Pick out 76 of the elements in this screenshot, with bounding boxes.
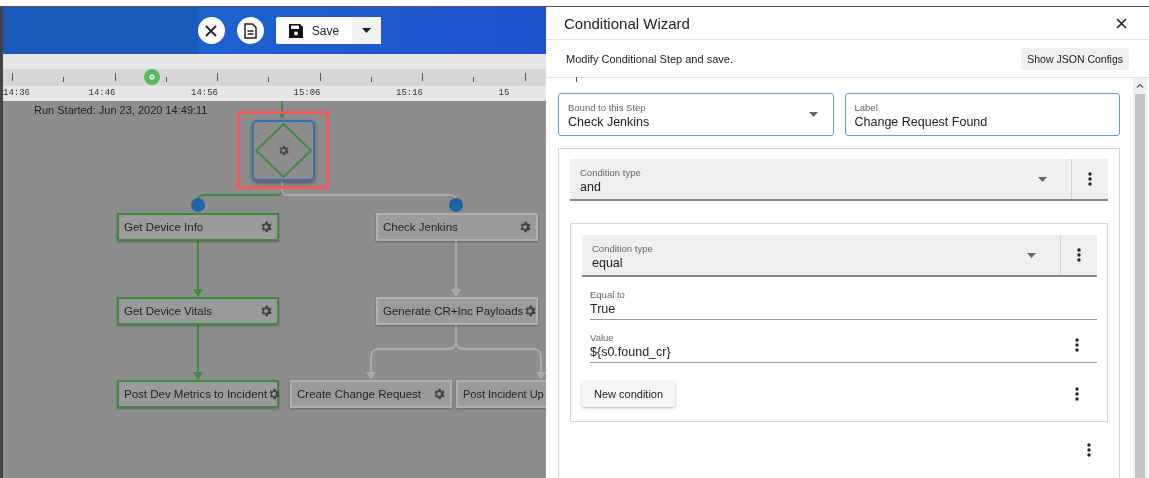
- wizard-subtitle: Modify Conditional Step and save.: [566, 52, 733, 65]
- workflow-step-node[interactable]: Create Change Request: [290, 380, 452, 408]
- connection-dot[interactable]: [191, 198, 205, 212]
- connector-line: [277, 101, 287, 119]
- field-label: Condition type: [592, 242, 654, 254]
- field-label: Equal to: [590, 289, 626, 300]
- document-button[interactable]: [236, 17, 264, 44]
- time-label: 14:46: [88, 88, 116, 98]
- condition-type-select[interactable]: Condition type equal: [582, 235, 1097, 277]
- more-options-icon[interactable]: [1087, 443, 1091, 457]
- workflow-step-node[interactable]: Check Jenkins: [376, 213, 538, 241]
- time-label: 14:36: [3, 88, 30, 98]
- dropdown-caret-icon: [808, 112, 818, 117]
- field-value: ${s0.found_cr}: [590, 345, 672, 359]
- gear-icon[interactable]: [259, 220, 273, 234]
- workflow-step-node[interactable]: Get Device Vitals: [117, 297, 279, 325]
- field-value: True: [590, 302, 617, 316]
- save-button[interactable]: Save: [275, 17, 382, 44]
- connector-line: [193, 324, 203, 380]
- step-label: Post Dev Metrics to Incident: [124, 388, 268, 400]
- field-label: Value: [590, 332, 615, 343]
- value-input-field[interactable]: Value ${s0.found_cr}: [590, 327, 1097, 363]
- workflow-step-node[interactable]: Get Device Info: [117, 213, 279, 241]
- gear-icon[interactable]: [259, 304, 273, 318]
- connector-line: [451, 240, 461, 297]
- equal-to-input-field[interactable]: Equal to True: [590, 284, 1097, 320]
- workflow-step-node[interactable]: Generate CR+Inc Payloads: [376, 297, 538, 325]
- time-label: 15:06: [293, 88, 321, 98]
- more-options-icon[interactable]: [1075, 337, 1079, 352]
- show-json-configs-button[interactable]: Show JSON Configs: [1021, 47, 1129, 70]
- time-label: 15:16: [396, 88, 423, 98]
- scrollbar[interactable]: [1133, 78, 1147, 478]
- field-value: equal: [592, 255, 624, 270]
- gear-icon[interactable]: [432, 387, 446, 401]
- caret-icon: [362, 28, 372, 33]
- dropdown-caret-icon: [1027, 252, 1036, 258]
- gear-icon[interactable]: [279, 145, 289, 156]
- field-label: Label: [854, 102, 879, 113]
- field-value: and: [580, 179, 602, 194]
- run-started-text: Run Started: Jun 23, 2020 14:49:11: [34, 104, 208, 116]
- close-icon: [205, 24, 218, 37]
- condition-node[interactable]: [252, 120, 315, 181]
- gear-icon[interactable]: [518, 220, 532, 234]
- step-label: Generate CR+Inc Payloads: [383, 305, 524, 317]
- document-icon: [243, 22, 257, 39]
- time-label: 14:56: [191, 88, 218, 98]
- label-input-field[interactable]: Label Change Request Found: [844, 93, 1120, 136]
- workflow-step-node[interactable]: Post Dev Metrics to Incident: [117, 380, 279, 408]
- step-label: Get Device Info: [124, 221, 204, 233]
- scroll-up-icon[interactable]: [1136, 83, 1144, 88]
- time-label: 15: [498, 88, 510, 98]
- close-icon[interactable]: [1116, 17, 1127, 29]
- gear-icon[interactable]: [523, 304, 538, 318]
- gear-icon[interactable]: [267, 387, 282, 401]
- field-value: Change Request Found: [854, 115, 989, 129]
- dropdown-button[interactable]: [352, 17, 382, 44]
- connection-dot[interactable]: [449, 198, 463, 212]
- connector-line: [193, 240, 203, 297]
- field-label: Condition type: [580, 166, 642, 178]
- new-condition-button[interactable]: New condition: [582, 381, 676, 407]
- step-label: Get Device Vitals: [124, 305, 212, 317]
- workflow-step-node[interactable]: Post Incident Up: [456, 380, 546, 408]
- more-options-icon[interactable]: [1077, 248, 1081, 262]
- more-options-icon[interactable]: [1075, 387, 1079, 401]
- more-options-icon[interactable]: [1088, 172, 1092, 186]
- field-value: Check Jenkins: [568, 115, 651, 129]
- step-label: Check Jenkins: [383, 221, 458, 233]
- dropdown-caret-icon: [1038, 176, 1047, 182]
- step-select[interactable]: Bound to this Step Check Jenkins: [558, 93, 834, 136]
- close-button[interactable]: [197, 17, 225, 44]
- dot-icon: [149, 74, 155, 80]
- condition-type-select[interactable]: Condition type and: [570, 159, 1108, 201]
- field-label: Bound to this Step: [568, 102, 647, 113]
- wizard-title: Conditional Wizard: [564, 14, 690, 32]
- step-label: Post Incident Up: [463, 388, 544, 400]
- step-label: Create Change Request: [297, 388, 422, 400]
